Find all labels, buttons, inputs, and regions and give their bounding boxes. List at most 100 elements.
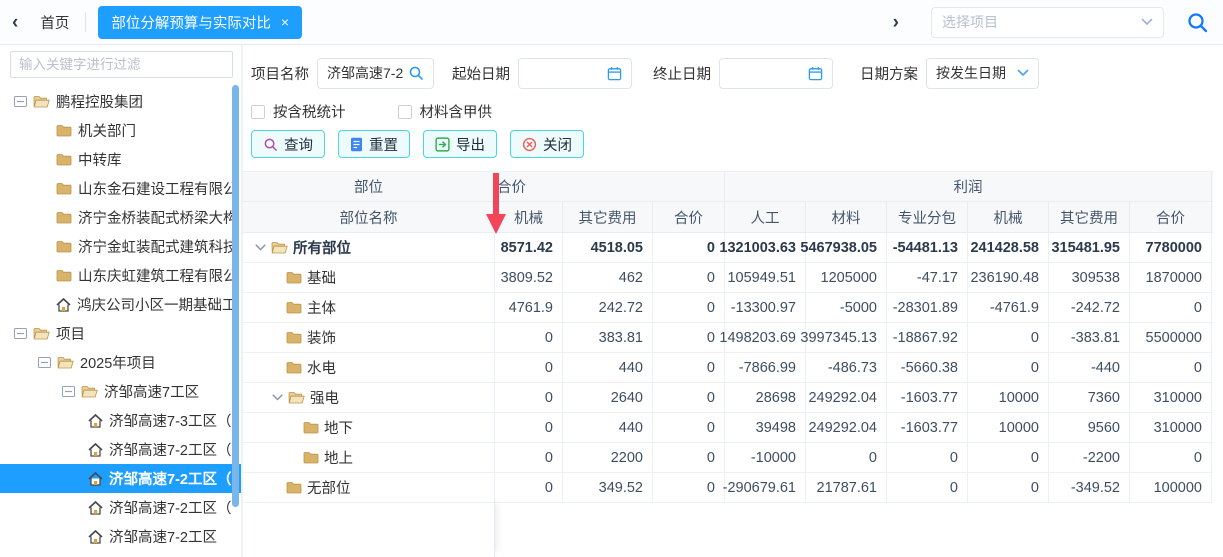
table-group-header-row: 部位 合价 利润: [243, 171, 1213, 202]
checkbox-tax-box[interactable]: [251, 105, 265, 119]
sidebar-tree-item[interactable]: 济邹高速7-1工区（: [0, 551, 241, 557]
column-header[interactable]: 材料: [806, 202, 887, 232]
sidebar-tree-item[interactable]: 中转库: [0, 145, 241, 174]
table-row[interactable]: 所有部位8571.424518.0501321003.635467938.05-…: [243, 233, 1213, 263]
sidebar-tree-item[interactable]: 济邹高速7工区: [0, 377, 241, 406]
chevron-expand-icon[interactable]: [272, 394, 283, 401]
date-scheme-select[interactable]: 按发生日期: [926, 58, 1039, 89]
sidebar-tree-item[interactable]: 2025年项目: [0, 348, 241, 377]
search-icon[interactable]: [1186, 11, 1209, 34]
table-row[interactable]: 强电02640028698249292.04-1603.771000073603…: [243, 383, 1213, 413]
sidebar-item-label: 项目: [56, 323, 85, 344]
value-cell: 0: [653, 293, 725, 322]
sidebar-tree-item[interactable]: 鹏程控股集团: [0, 87, 241, 116]
value-cell: -242.72: [1049, 293, 1130, 322]
calendar-icon[interactable]: [607, 66, 622, 81]
value-cell: 236190.48: [968, 263, 1049, 292]
group-header-profit[interactable]: 利润: [725, 172, 1212, 201]
value-cell: 100000: [1130, 473, 1212, 502]
sidebar-tree-item[interactable]: 济邹高速7-3工区（: [0, 406, 241, 435]
value-cell: -47.17: [887, 263, 968, 292]
column-header[interactable]: 合价: [1130, 202, 1212, 232]
expander-icon[interactable]: [62, 386, 75, 397]
column-header[interactable]: 部位名称: [243, 202, 495, 232]
sidebar-tree-item[interactable]: 机关部门: [0, 116, 241, 145]
end-date-input[interactable]: [719, 58, 833, 89]
sidebar-tree-item[interactable]: 山东金石建设工程有限公: [0, 174, 241, 203]
table-row[interactable]: 水电04400-7866.99-486.73-5660.380-4400: [243, 353, 1213, 383]
sidebar-tree-item[interactable]: 济邹高速7-2工区（: [0, 435, 241, 464]
tab-divider: [85, 12, 86, 32]
sidebar-tree-item[interactable]: 山东庆虹建筑工程有限公: [0, 261, 241, 290]
checkbox-tax[interactable]: 按含税统计: [251, 101, 346, 122]
project-select[interactable]: 选择项目: [931, 7, 1164, 38]
table-body: 所有部位8571.424518.0501321003.635467938.05-…: [243, 233, 1213, 503]
value-cell: 440: [563, 413, 653, 442]
checkbox-material-box[interactable]: [398, 105, 412, 119]
value-cell: 383.81: [563, 323, 653, 352]
sidebar-scrollbar[interactable]: [232, 85, 239, 507]
sidebar-tree-item[interactable]: 济宁金虹装配式建筑科技: [0, 232, 241, 261]
back-icon[interactable]: ‹: [12, 13, 18, 32]
value-cell: 0: [495, 383, 563, 412]
house-icon: [88, 530, 103, 544]
expander-icon[interactable]: [14, 96, 27, 107]
calendar-icon[interactable]: [808, 66, 823, 81]
export-icon: [435, 137, 450, 152]
export-button[interactable]: 导出: [423, 130, 497, 158]
close-button-label: 关闭: [543, 134, 572, 155]
chevron-expand-icon[interactable]: [255, 244, 266, 251]
tab-close-icon[interactable]: ×: [281, 15, 289, 29]
start-date-input[interactable]: [518, 58, 632, 89]
tab-active[interactable]: 部位分解预算与实际对比 ×: [98, 6, 302, 39]
value-cell: 0: [653, 323, 725, 352]
folder-icon: [56, 124, 72, 137]
sidebar-tree-item[interactable]: 鸿庆公司小区一期基础工: [0, 290, 241, 319]
column-header[interactable]: 其它费用: [563, 202, 653, 232]
project-name-input[interactable]: 济邹高速7-2: [317, 58, 434, 89]
table-row[interactable]: 地下0440039498249292.04-1603.7710000956031…: [243, 413, 1213, 443]
value-cell: 0: [1130, 443, 1212, 472]
close-button[interactable]: 关闭: [510, 130, 584, 158]
value-cell: 2200: [563, 443, 653, 472]
value-cell: 39498: [725, 413, 806, 442]
column-header[interactable]: 机械: [495, 202, 563, 232]
sidebar-tree-item[interactable]: 济宁金桥装配式桥梁大构: [0, 203, 241, 232]
expander-icon[interactable]: [14, 328, 27, 339]
value-cell: 242.72: [563, 293, 653, 322]
table-row[interactable]: 基础3809.524620105949.511205000-47.1723619…: [243, 263, 1213, 293]
value-cell: 0: [495, 473, 563, 502]
group-header-total-price[interactable]: 合价: [495, 172, 725, 201]
column-header[interactable]: 机械: [968, 202, 1049, 232]
sidebar-tree-item[interactable]: 项目: [0, 319, 241, 348]
group-header-part[interactable]: 部位: [243, 172, 495, 201]
checkbox-material[interactable]: 材料含甲供: [398, 101, 493, 122]
value-cell: 0: [653, 263, 725, 292]
value-cell: 28698: [725, 383, 806, 412]
query-button[interactable]: 查询: [251, 130, 325, 158]
column-header[interactable]: 专业分包: [887, 202, 968, 232]
sidebar-tree-item[interactable]: 济邹高速7-2工区（: [0, 464, 241, 493]
data-table: 部位 合价 利润 部位名称机械其它费用合价人工材料专业分包机械其它费用合价 所有…: [243, 171, 1213, 503]
part-name-label: 基础: [307, 267, 336, 288]
table-row[interactable]: 地上022000-10000000-22000: [243, 443, 1213, 473]
sidebar-tree-item[interactable]: 济邹高速7-2工区: [0, 522, 241, 551]
table-row[interactable]: 装饰0383.8101498203.693997345.13-18867.920…: [243, 323, 1213, 353]
column-header[interactable]: 人工: [725, 202, 806, 232]
search-small-icon[interactable]: [408, 65, 424, 81]
expander-icon[interactable]: [38, 357, 51, 368]
table-row[interactable]: 主体4761.9242.720-13300.97-5000-28301.89-4…: [243, 293, 1213, 323]
part-name-label: 水电: [307, 357, 336, 378]
value-cell: -1603.77: [887, 383, 968, 412]
forward-icon[interactable]: ›: [893, 13, 899, 32]
tab-home[interactable]: 首页: [38, 12, 85, 33]
project-name-label: 项目名称: [251, 63, 309, 84]
column-header[interactable]: 合价: [653, 202, 725, 232]
value-cell: -2200: [1049, 443, 1130, 472]
column-header[interactable]: 其它费用: [1049, 202, 1130, 232]
start-date-label: 起始日期: [452, 63, 510, 84]
reset-button[interactable]: 重置: [338, 130, 410, 158]
sidebar-tree-item[interactable]: 济邹高速7-2工区（: [0, 493, 241, 522]
tree-filter-input[interactable]: [10, 51, 233, 78]
value-cell: -13300.97: [725, 293, 806, 322]
